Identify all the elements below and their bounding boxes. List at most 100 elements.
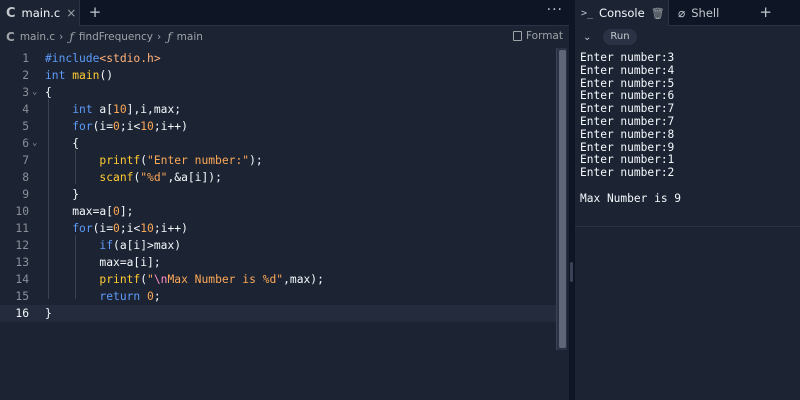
code-line[interactable]: 2 int main() xyxy=(0,67,556,84)
code-line[interactable]: 9 } xyxy=(0,186,556,203)
editor-scrollbar[interactable] xyxy=(556,48,567,350)
breadcrumb: C main.c › ƒ findFrequency › ƒ main Form… xyxy=(0,26,569,48)
code-editor[interactable]: 1 #include<stdio.h> 2 int main() 3 ⌄{4 int a[… xyxy=(0,48,569,400)
chevron-right-icon: › xyxy=(59,31,64,43)
tab-main-c[interactable]: C main.c × xyxy=(0,0,80,26)
line-number: 15 xyxy=(15,290,29,303)
line-number: 1 xyxy=(22,52,29,65)
terminal-icon: >_ xyxy=(581,7,594,19)
close-icon[interactable]: × xyxy=(66,6,76,20)
replit-workspace: C main.c × + ··· C main.c › ƒ findFreque… xyxy=(0,0,800,400)
breadcrumb-func-label: main xyxy=(176,31,203,43)
breadcrumb-func-main[interactable]: ƒ main xyxy=(167,30,203,44)
code-text: int a[10],i,max; xyxy=(72,103,182,116)
line-number: 11 xyxy=(15,222,29,235)
divider xyxy=(575,226,800,227)
editor-tab-bar: C main.c × + ··· xyxy=(0,0,569,26)
breadcrumb-func-findfrequency[interactable]: ƒ findFrequency xyxy=(69,30,153,44)
code-text: } xyxy=(45,188,80,201)
line-number: 8 xyxy=(22,171,29,184)
code-line[interactable]: 8 scanf("%d",&a[i]); xyxy=(0,169,556,186)
breadcrumb-func-label: findFrequency xyxy=(78,31,154,43)
code-text: #include<stdio.h> xyxy=(45,52,161,65)
tab-console[interactable]: >_ Console 🗑 xyxy=(575,0,669,26)
format-label: Format xyxy=(525,30,563,42)
chevron-down-icon[interactable]: ⌄ xyxy=(583,32,591,43)
format-icon xyxy=(512,31,522,41)
console-tab-bar: >_ Console 🗑 ⌀ Shell + xyxy=(575,0,800,26)
drag-handle-icon[interactable] xyxy=(570,262,573,282)
breadcrumb-file-label: main.c xyxy=(19,31,56,43)
code-line[interactable]: 15 return 0; xyxy=(0,288,556,305)
code-text: if(a[i]>max) xyxy=(99,239,182,252)
console-output-line: Enter number:7 xyxy=(580,114,675,128)
code-line[interactable]: 3 ⌄ { xyxy=(0,84,556,101)
code-text: max=a[0]; xyxy=(45,205,134,218)
line-number: 14 xyxy=(15,273,29,286)
code-line[interactable]: 16} xyxy=(0,305,556,322)
editor-pane: C main.c × + ··· C main.c › ƒ findFreque… xyxy=(0,0,569,400)
tab-console-label: Console xyxy=(599,6,645,20)
c-file-icon: C xyxy=(6,5,16,21)
code-line[interactable]: 11 for(i=0;i<10;i++) xyxy=(0,220,556,237)
console-output-line: Enter number:3 xyxy=(580,51,675,64)
tab-label: main.c xyxy=(21,6,61,20)
line-number: 10 xyxy=(15,205,29,218)
code-text: int main() xyxy=(45,69,114,82)
format-button[interactable]: Format xyxy=(512,30,563,42)
add-console-tab-button[interactable]: + xyxy=(759,3,772,21)
scrollbar-thumb[interactable] xyxy=(559,50,566,348)
line-number: 12 xyxy=(15,239,29,252)
code-line[interactable]: 10 max=a[0]; xyxy=(0,203,556,220)
run-button[interactable]: Run xyxy=(603,29,637,45)
code-line[interactable]: 14 printf("\nMax Number is %d",max); xyxy=(0,271,556,288)
c-file-icon: C xyxy=(6,30,15,44)
code-line[interactable]: 13 max=a[i]; xyxy=(0,254,556,271)
chevron-right-icon: › xyxy=(157,31,162,43)
code-line[interactable]: 7 printf("Enter number:"); xyxy=(0,152,556,169)
trash-icon[interactable]: 🗑 xyxy=(651,7,665,20)
console-toolbar: ⌄ Run xyxy=(575,26,800,48)
console-output: Enter number:3 Enter number:4 Enter number… xyxy=(580,51,795,206)
line-number: 16 xyxy=(15,307,29,320)
fold-chevron-icon[interactable]: ⌄ xyxy=(32,135,37,152)
code-line[interactable]: 4 int a[10],i,max; xyxy=(0,101,556,118)
code-line[interactable]: 5 for(i=0;i<10;i++) xyxy=(0,118,556,135)
code-text: } xyxy=(45,307,52,320)
more-options-button[interactable]: ··· xyxy=(547,2,563,18)
console-output-line: Max Number is 9 xyxy=(580,191,682,205)
line-number: 9 xyxy=(22,188,29,201)
code-text: return 0; xyxy=(99,290,161,303)
code-text: { xyxy=(45,86,52,99)
console-output-line: Enter number:8 xyxy=(580,127,675,141)
code-text: for(i=0;i<10;i++) xyxy=(72,222,188,235)
code-line[interactable]: 1 #include<stdio.h> xyxy=(0,50,556,67)
line-number: 2 xyxy=(22,69,29,82)
breadcrumb-file[interactable]: C main.c xyxy=(6,30,55,44)
line-number: 13 xyxy=(15,256,29,269)
console-output-line: Enter number:4 xyxy=(580,63,675,77)
function-icon: ƒ xyxy=(69,30,74,44)
code-text: printf("\nMax Number is %d",max); xyxy=(99,273,324,286)
add-tab-button[interactable]: + xyxy=(86,3,104,21)
console-output-line: Enter number:2 xyxy=(580,166,675,180)
line-number: 5 xyxy=(22,120,29,133)
code-text: printf("Enter number:"); xyxy=(99,154,263,167)
line-number: 4 xyxy=(22,103,29,116)
code-text: for(i=0;i<10;i++) xyxy=(72,120,188,133)
tab-shell-label: Shell xyxy=(691,6,720,20)
console-pane: >_ Console 🗑 ⌀ Shell + ⌄ Run Enter numbe… xyxy=(575,0,800,400)
shell-icon: ⌀ xyxy=(678,6,686,20)
fold-chevron-icon[interactable]: ⌄ xyxy=(32,84,37,101)
line-number: 3 xyxy=(22,86,29,99)
line-number: 7 xyxy=(22,154,29,167)
code-text: scanf("%d",&a[i]); xyxy=(99,171,222,184)
code-text: max=a[i]; xyxy=(45,256,161,269)
code-line[interactable]: 12 if(a[i]>max) xyxy=(0,237,556,254)
code-text: { xyxy=(45,137,80,150)
line-number: 6 xyxy=(22,137,29,150)
code-line[interactable]: 6 ⌄ { xyxy=(0,135,556,152)
tab-shell[interactable]: ⌀ Shell xyxy=(672,0,752,26)
function-icon: ƒ xyxy=(167,30,172,44)
